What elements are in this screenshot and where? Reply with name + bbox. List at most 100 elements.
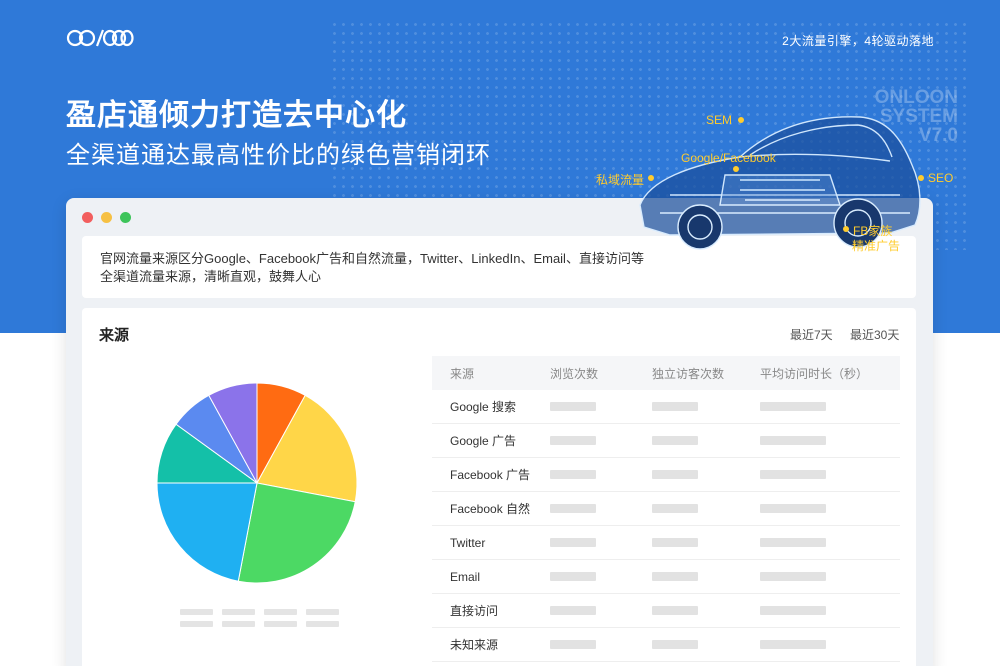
table-row[interactable]: Facebook 广告 [432, 458, 900, 492]
highlight-dot-icon [918, 175, 924, 181]
highlight-sem: SEM [706, 113, 733, 127]
table-row[interactable]: 未知来源 [432, 628, 900, 662]
highlight-dot-icon [738, 117, 744, 123]
value-placeholder-cell [550, 470, 652, 479]
value-placeholder [760, 436, 826, 445]
hero-headline: 盈店通倾力打造去中心化 [66, 99, 407, 132]
minimize-dot-icon[interactable] [101, 212, 112, 223]
table-row[interactable]: Email [432, 560, 900, 594]
tagline: 2大流量引擎，4轮驱动落地 [782, 34, 934, 48]
value-placeholder-cell [760, 504, 900, 513]
value-placeholder-cell [760, 436, 900, 445]
maximize-dot-icon[interactable] [120, 212, 131, 223]
value-placeholder [760, 606, 826, 615]
value-placeholder-cell [760, 606, 900, 615]
value-placeholder-cell [550, 402, 652, 411]
table-row[interactable]: Google 搜索 [432, 390, 900, 424]
value-placeholder [760, 572, 826, 581]
value-placeholder-cell [652, 538, 760, 547]
app-window: 官网流量来源区分Google、Facebook广告和自然流量，Twitter、L… [66, 198, 933, 666]
panel-title: 来源 [99, 327, 130, 344]
value-placeholder [760, 470, 826, 479]
value-placeholder [550, 572, 596, 581]
legend-placeholder [180, 609, 213, 615]
description-line: 全渠道流量来源，清晰直观，鼓舞人心 [100, 269, 322, 284]
value-placeholder-cell [760, 640, 900, 649]
range-7-days-button[interactable]: 最近7天 [790, 326, 833, 343]
table-row[interactable]: Facebook 自然 [432, 492, 900, 526]
source-label: Twitter [450, 535, 486, 550]
value-placeholder-cell [652, 572, 760, 581]
value-placeholder [652, 606, 698, 615]
source-label: Google 广告 [450, 434, 517, 448]
legend-placeholder [222, 621, 255, 627]
value-placeholder-cell [550, 538, 652, 547]
pie-slice [237, 482, 356, 584]
value-placeholder-cell [550, 640, 652, 649]
value-placeholder-cell [652, 470, 760, 479]
table-header: 来源 浏览次数 独立访客次数 平均访问时长（秒） [432, 356, 900, 390]
value-placeholder [652, 436, 698, 445]
source-label: 未知来源 [450, 638, 499, 652]
table-row[interactable]: Twitter [432, 526, 900, 560]
column-header[interactable]: 浏览次数 [550, 365, 652, 382]
value-placeholder-cell [550, 606, 652, 615]
table-body: Google 搜索 Google 广告 Facebook 广告 Facebook 自然… [432, 390, 900, 662]
value-placeholder [760, 504, 826, 513]
value-placeholder [760, 640, 826, 649]
value-placeholder [760, 402, 826, 411]
value-placeholder [652, 572, 698, 581]
source-label: Facebook 广告 [450, 468, 531, 482]
highlight-google-facebook: Google/Facebook [681, 151, 776, 165]
source-label: 直接访问 [450, 604, 499, 618]
legend-placeholder [264, 621, 297, 627]
source-panel: 来源 最近7天 最近30天 来源 浏览次数 独立访客次数 平均访问时长（秒） G… [82, 308, 916, 666]
value-placeholder [550, 470, 596, 479]
table-row[interactable]: Google 广告 [432, 424, 900, 458]
value-placeholder [550, 436, 596, 445]
legend-placeholder [306, 621, 339, 627]
source-label: Google 搜索 [450, 400, 517, 414]
legend-placeholder [222, 609, 255, 615]
value-placeholder-cell [652, 402, 760, 411]
highlight-seo: SEO [928, 171, 954, 185]
source-table: 来源 浏览次数 独立访客次数 平均访问时长（秒） Google 搜索 Google… [432, 356, 900, 662]
close-dot-icon[interactable] [82, 212, 93, 223]
value-placeholder [550, 640, 596, 649]
column-header[interactable]: 独立访客次数 [652, 365, 760, 382]
value-placeholder [652, 470, 698, 479]
value-placeholder [652, 402, 698, 411]
value-placeholder [550, 402, 596, 411]
value-placeholder [550, 538, 596, 547]
value-placeholder-cell [760, 538, 900, 547]
value-placeholder [652, 504, 698, 513]
value-placeholder-cell [550, 504, 652, 513]
value-placeholder-cell [760, 470, 900, 479]
range-30-days-button[interactable]: 最近30天 [850, 326, 899, 343]
source-label: Facebook 自然 [450, 502, 531, 516]
value-placeholder [550, 504, 596, 513]
value-placeholder-cell [652, 640, 760, 649]
value-placeholder-cell [652, 504, 760, 513]
column-header[interactable]: 来源 [432, 365, 550, 382]
value-placeholder-cell [760, 402, 900, 411]
highlight-precise-ads: 精准广告 [852, 239, 901, 253]
column-header[interactable]: 平均访问时长（秒） [760, 365, 900, 382]
value-placeholder [652, 640, 698, 649]
value-placeholder-cell [760, 572, 900, 581]
highlight-dot-icon [843, 226, 849, 232]
value-placeholder-cell [550, 436, 652, 445]
source-pie-chart [156, 382, 358, 584]
hero-subline: 全渠道通达最高性价比的绿色营销闭环 [66, 142, 491, 169]
table-row[interactable]: 直接访问 [432, 594, 900, 628]
value-placeholder [550, 606, 596, 615]
source-label: Email [450, 569, 481, 584]
value-placeholder-cell [550, 572, 652, 581]
value-placeholder [760, 538, 826, 547]
highlight-private-traffic: 私域流量 [596, 173, 645, 187]
value-placeholder [652, 538, 698, 547]
value-placeholder-cell [652, 606, 760, 615]
logo-icon [66, 29, 134, 47]
legend-placeholder [180, 621, 213, 627]
legend-placeholder [306, 609, 339, 615]
